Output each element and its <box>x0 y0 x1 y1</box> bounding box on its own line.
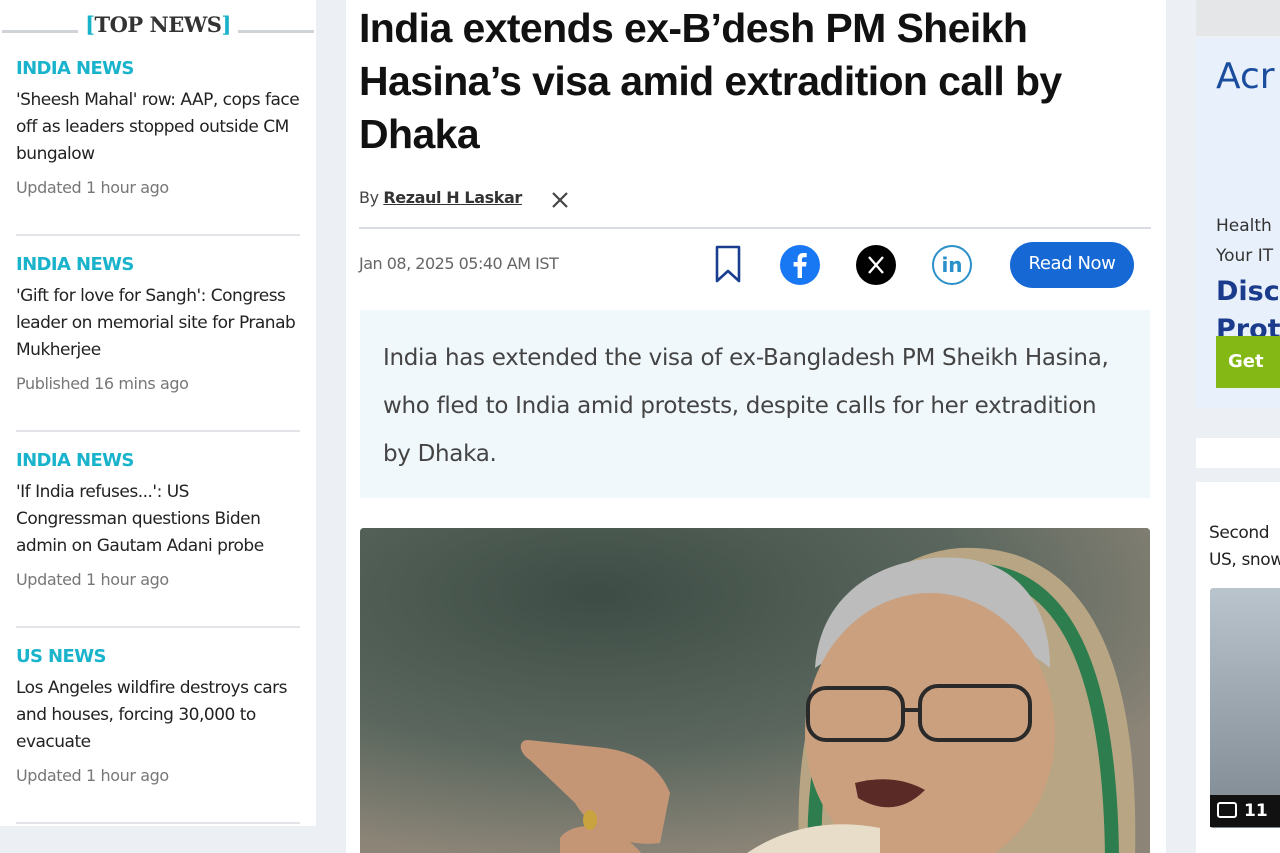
article-headline: India extends ex-B’desh PM Sheikh Hasina… <box>359 5 1062 157</box>
ad-text-line: Your IT <box>1216 246 1274 266</box>
bracket-right: ] <box>221 12 231 37</box>
byline-divider <box>359 227 1151 229</box>
news-time: Published 16 mins ago <box>16 374 189 393</box>
news-divider <box>16 626 300 628</box>
news-item[interactable]: INDIA NEWS 'Sheesh Mahal' row: AAP, cops… <box>16 58 302 197</box>
ad-text-line: Health <box>1216 216 1272 236</box>
author-x-icon[interactable] <box>550 190 570 210</box>
byline: By Rezaul H Laskar <box>359 188 522 207</box>
hero-image[interactable] <box>360 528 1150 853</box>
news-time: Updated 1 hour ago <box>16 766 169 785</box>
news-category[interactable]: INDIA NEWS <box>16 254 302 275</box>
read-now-button[interactable]: Read Now <box>1010 242 1134 288</box>
byline-prefix: By <box>359 188 379 207</box>
ad-get-button[interactable]: Get <box>1216 336 1280 388</box>
news-divider <box>16 822 300 824</box>
news-category[interactable]: US NEWS <box>16 646 302 667</box>
x-share-button[interactable] <box>856 245 896 285</box>
article-summary: India has extended the visa of ex-Bangla… <box>360 310 1150 498</box>
right-rail: Acr Health Your IT Disc Prot Get Second U… <box>1196 0 1280 853</box>
advertisement[interactable]: Acr Health Your IT Disc Prot Get <box>1196 38 1280 408</box>
top-news-title: [TOP NEWS] <box>80 12 236 37</box>
author-link[interactable]: Rezaul H Laskar <box>383 188 522 207</box>
facebook-icon <box>793 253 807 278</box>
camera-icon <box>1217 802 1237 818</box>
right-rail-card <box>1196 438 1280 468</box>
news-category[interactable]: INDIA NEWS <box>16 450 302 471</box>
facebook-share-button[interactable] <box>780 245 820 285</box>
story-image[interactable] <box>1210 588 1280 828</box>
story-headline-line: Second <box>1209 523 1270 543</box>
news-time: Updated 1 hour ago <box>16 570 169 589</box>
linkedin-share-button[interactable]: in <box>932 245 972 285</box>
news-item[interactable]: INDIA NEWS 'Gift for love for Sangh': Co… <box>16 254 302 393</box>
ad-headline: Disc <box>1216 276 1280 307</box>
summary-text: India has extended the visa of ex-Bangla… <box>383 345 1109 467</box>
x-icon <box>868 256 884 274</box>
hero-photo-illustration <box>360 528 1150 853</box>
news-headline[interactable]: 'Gift for love for Sangh': Congress lead… <box>16 283 302 364</box>
linkedin-icon: in <box>941 253 963 277</box>
news-time: Updated 1 hour ago <box>16 178 169 197</box>
news-category[interactable]: INDIA NEWS <box>16 58 302 79</box>
header-rule-right <box>238 30 314 33</box>
news-divider <box>16 430 300 432</box>
top-news-sidebar: [TOP NEWS] INDIA NEWS 'Sheesh Mahal' row… <box>0 0 316 826</box>
top-news-title-text: TOP NEWS <box>94 12 222 37</box>
article-card: India extends ex-B’desh PM Sheikh Hasina… <box>346 0 1166 853</box>
story-headline[interactable]: Second US, snow <box>1209 520 1280 574</box>
news-item[interactable]: INDIA NEWS 'If India refuses...': US Con… <box>16 450 302 589</box>
top-news-header: [TOP NEWS] <box>0 8 316 44</box>
news-divider <box>16 234 300 236</box>
right-rail-story[interactable]: Second US, snow 11 <box>1196 482 1280 853</box>
bracket-left: [ <box>85 12 95 37</box>
bookmark-icon[interactable] <box>713 244 743 284</box>
header-rule-left <box>2 30 78 33</box>
story-headline-line: US, snow <box>1209 550 1280 570</box>
ad-brand: Acr <box>1216 56 1275 97</box>
publish-date: Jan 08, 2025 05:40 AM IST <box>359 254 559 273</box>
ad-top-strip <box>1196 0 1280 36</box>
news-headline[interactable]: 'If India refuses...': US Congressman qu… <box>16 479 302 560</box>
news-headline[interactable]: Los Angeles wildfire destroys cars and h… <box>16 675 302 756</box>
news-item[interactable]: US NEWS Los Angeles wildfire destroys ca… <box>16 646 302 785</box>
news-headline[interactable]: 'Sheesh Mahal' row: AAP, cops face off a… <box>16 87 302 168</box>
